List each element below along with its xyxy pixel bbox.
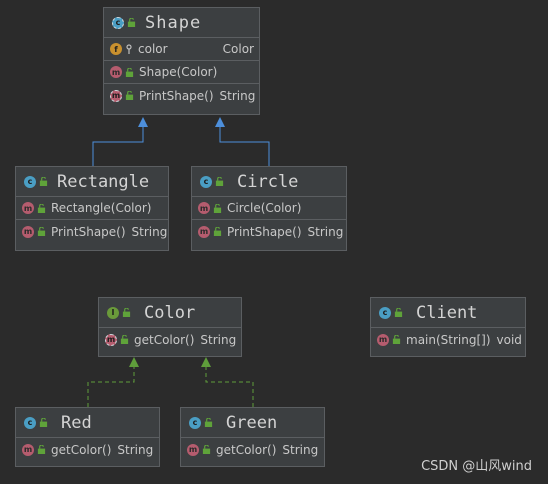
method-name: PrintShape() bbox=[227, 224, 302, 239]
method-name: main(String[]) bbox=[406, 332, 491, 347]
unlock-icon bbox=[392, 335, 401, 344]
method-return-type: String bbox=[282, 442, 319, 457]
abstract-method-icon: m bbox=[110, 89, 122, 102]
unlock-icon bbox=[127, 18, 136, 27]
rectangle-extends-arrowhead bbox=[138, 117, 148, 127]
abstract-method-icon: m bbox=[105, 333, 117, 346]
method-row[interactable]: m Rectangle(Color) bbox=[16, 197, 168, 220]
method-row[interactable]: m main(String[]) void bbox=[371, 328, 525, 351]
abstract-class-icon: c bbox=[112, 16, 124, 29]
green-implements-color-line bbox=[205, 367, 254, 407]
unlock-icon bbox=[37, 203, 46, 213]
method-icon: m bbox=[110, 66, 122, 78]
rectangle-class-box[interactable]: c Rectangle m Rectangle(Color) m PrintSh… bbox=[15, 166, 169, 251]
unlock-icon bbox=[204, 418, 213, 427]
interface-icon: I bbox=[107, 306, 119, 319]
method-row[interactable]: m getColor() String bbox=[181, 438, 324, 461]
class-name: Client bbox=[416, 302, 478, 323]
unlock-icon bbox=[122, 308, 131, 317]
unlock-icon bbox=[37, 227, 46, 236]
method-icon: m bbox=[198, 202, 210, 214]
circle-class-box[interactable]: c Circle m Circle(Color) m PrintShape() … bbox=[191, 166, 347, 251]
field-row[interactable]: f color Color bbox=[104, 38, 259, 61]
method-icon: m bbox=[22, 443, 34, 456]
unlock-icon bbox=[37, 445, 46, 454]
class-name: Green bbox=[226, 412, 278, 433]
method-return-type: String bbox=[219, 88, 256, 103]
color-interface-header: I Color bbox=[99, 298, 241, 328]
class-icon: c bbox=[24, 416, 36, 429]
circle-extends-arrowhead bbox=[215, 117, 225, 127]
method-name: Circle(Color) bbox=[227, 201, 302, 215]
method-icon: m bbox=[22, 202, 34, 214]
green-class-box[interactable]: c Green m getColor() String bbox=[180, 407, 325, 467]
shape-class-header: c Shape bbox=[104, 8, 259, 38]
method-return-type: String bbox=[307, 224, 344, 239]
key-icon bbox=[126, 44, 132, 54]
red-implements-color-line bbox=[87, 367, 135, 407]
method-row[interactable]: m Circle(Color) bbox=[192, 197, 346, 220]
method-row[interactable]: m PrintShape() String bbox=[192, 220, 346, 243]
field-name: color bbox=[138, 42, 168, 56]
method-name: getColor() bbox=[51, 442, 112, 457]
watermark-text: CSDN @山风wind bbox=[421, 459, 532, 474]
method-name: Shape(Color) bbox=[139, 65, 218, 79]
method-return-type: String bbox=[200, 332, 237, 347]
class-name: Rectangle bbox=[57, 171, 150, 192]
method-row[interactable]: m PrintShape() String bbox=[16, 220, 168, 243]
rectangle-extends-shape-line bbox=[92, 127, 144, 166]
method-icon: m bbox=[198, 225, 210, 238]
method-name: PrintShape() bbox=[139, 88, 214, 103]
green-class-header: c Green bbox=[181, 408, 324, 438]
class-icon: c bbox=[189, 416, 201, 429]
red-class-box[interactable]: c Red m getColor() String bbox=[15, 407, 160, 467]
unlock-icon bbox=[213, 227, 222, 236]
unlock-icon bbox=[125, 67, 134, 77]
method-name: PrintShape() bbox=[51, 224, 126, 239]
unlock-icon bbox=[39, 177, 48, 186]
method-row[interactable]: m PrintShape() String bbox=[104, 84, 259, 107]
circle-class-header: c Circle bbox=[192, 167, 346, 197]
method-row[interactable]: m getColor() String bbox=[99, 328, 241, 351]
method-return-type: String bbox=[117, 442, 154, 457]
method-name: getColor() bbox=[216, 442, 277, 457]
red-class-header: c Red bbox=[16, 408, 159, 438]
unlock-icon bbox=[213, 203, 222, 213]
class-icon: c bbox=[24, 175, 36, 188]
rectangle-class-header: c Rectangle bbox=[16, 167, 168, 197]
unlock-icon bbox=[215, 177, 224, 186]
unlock-icon bbox=[120, 335, 129, 344]
green-implements-arrowhead bbox=[201, 357, 211, 367]
unlock-icon bbox=[125, 91, 134, 100]
runnable-class-icon: c bbox=[379, 306, 391, 319]
unlock-icon bbox=[202, 445, 211, 454]
class-icon: c bbox=[200, 175, 212, 188]
static-method-icon: m bbox=[377, 333, 389, 346]
circle-extends-shape-line bbox=[219, 127, 270, 166]
method-name: Rectangle(Color) bbox=[51, 201, 152, 215]
method-return-type: void bbox=[496, 332, 522, 347]
class-name: Circle bbox=[237, 171, 299, 192]
class-name: Color bbox=[144, 302, 196, 323]
method-icon: m bbox=[187, 443, 199, 456]
client-class-box[interactable]: c Client m main(String[]) void bbox=[370, 297, 526, 357]
field-type: Color bbox=[222, 42, 254, 56]
shape-class-box[interactable]: c Shape f color Color m Shape(Color) m P… bbox=[103, 7, 260, 115]
red-implements-arrowhead bbox=[129, 357, 139, 367]
method-name: getColor() bbox=[134, 332, 195, 347]
field-icon: f bbox=[110, 43, 122, 55]
method-icon: m bbox=[22, 225, 34, 238]
client-class-header: c Client bbox=[371, 298, 525, 328]
method-row[interactable]: m getColor() String bbox=[16, 438, 159, 461]
method-row[interactable]: m Shape(Color) bbox=[104, 61, 259, 84]
class-name: Red bbox=[61, 412, 92, 433]
color-interface-box[interactable]: I Color m getColor() String bbox=[98, 297, 242, 357]
class-name: Shape bbox=[145, 12, 202, 33]
unlock-icon bbox=[39, 418, 48, 427]
method-return-type: String bbox=[131, 224, 168, 239]
unlock-icon bbox=[394, 308, 403, 317]
